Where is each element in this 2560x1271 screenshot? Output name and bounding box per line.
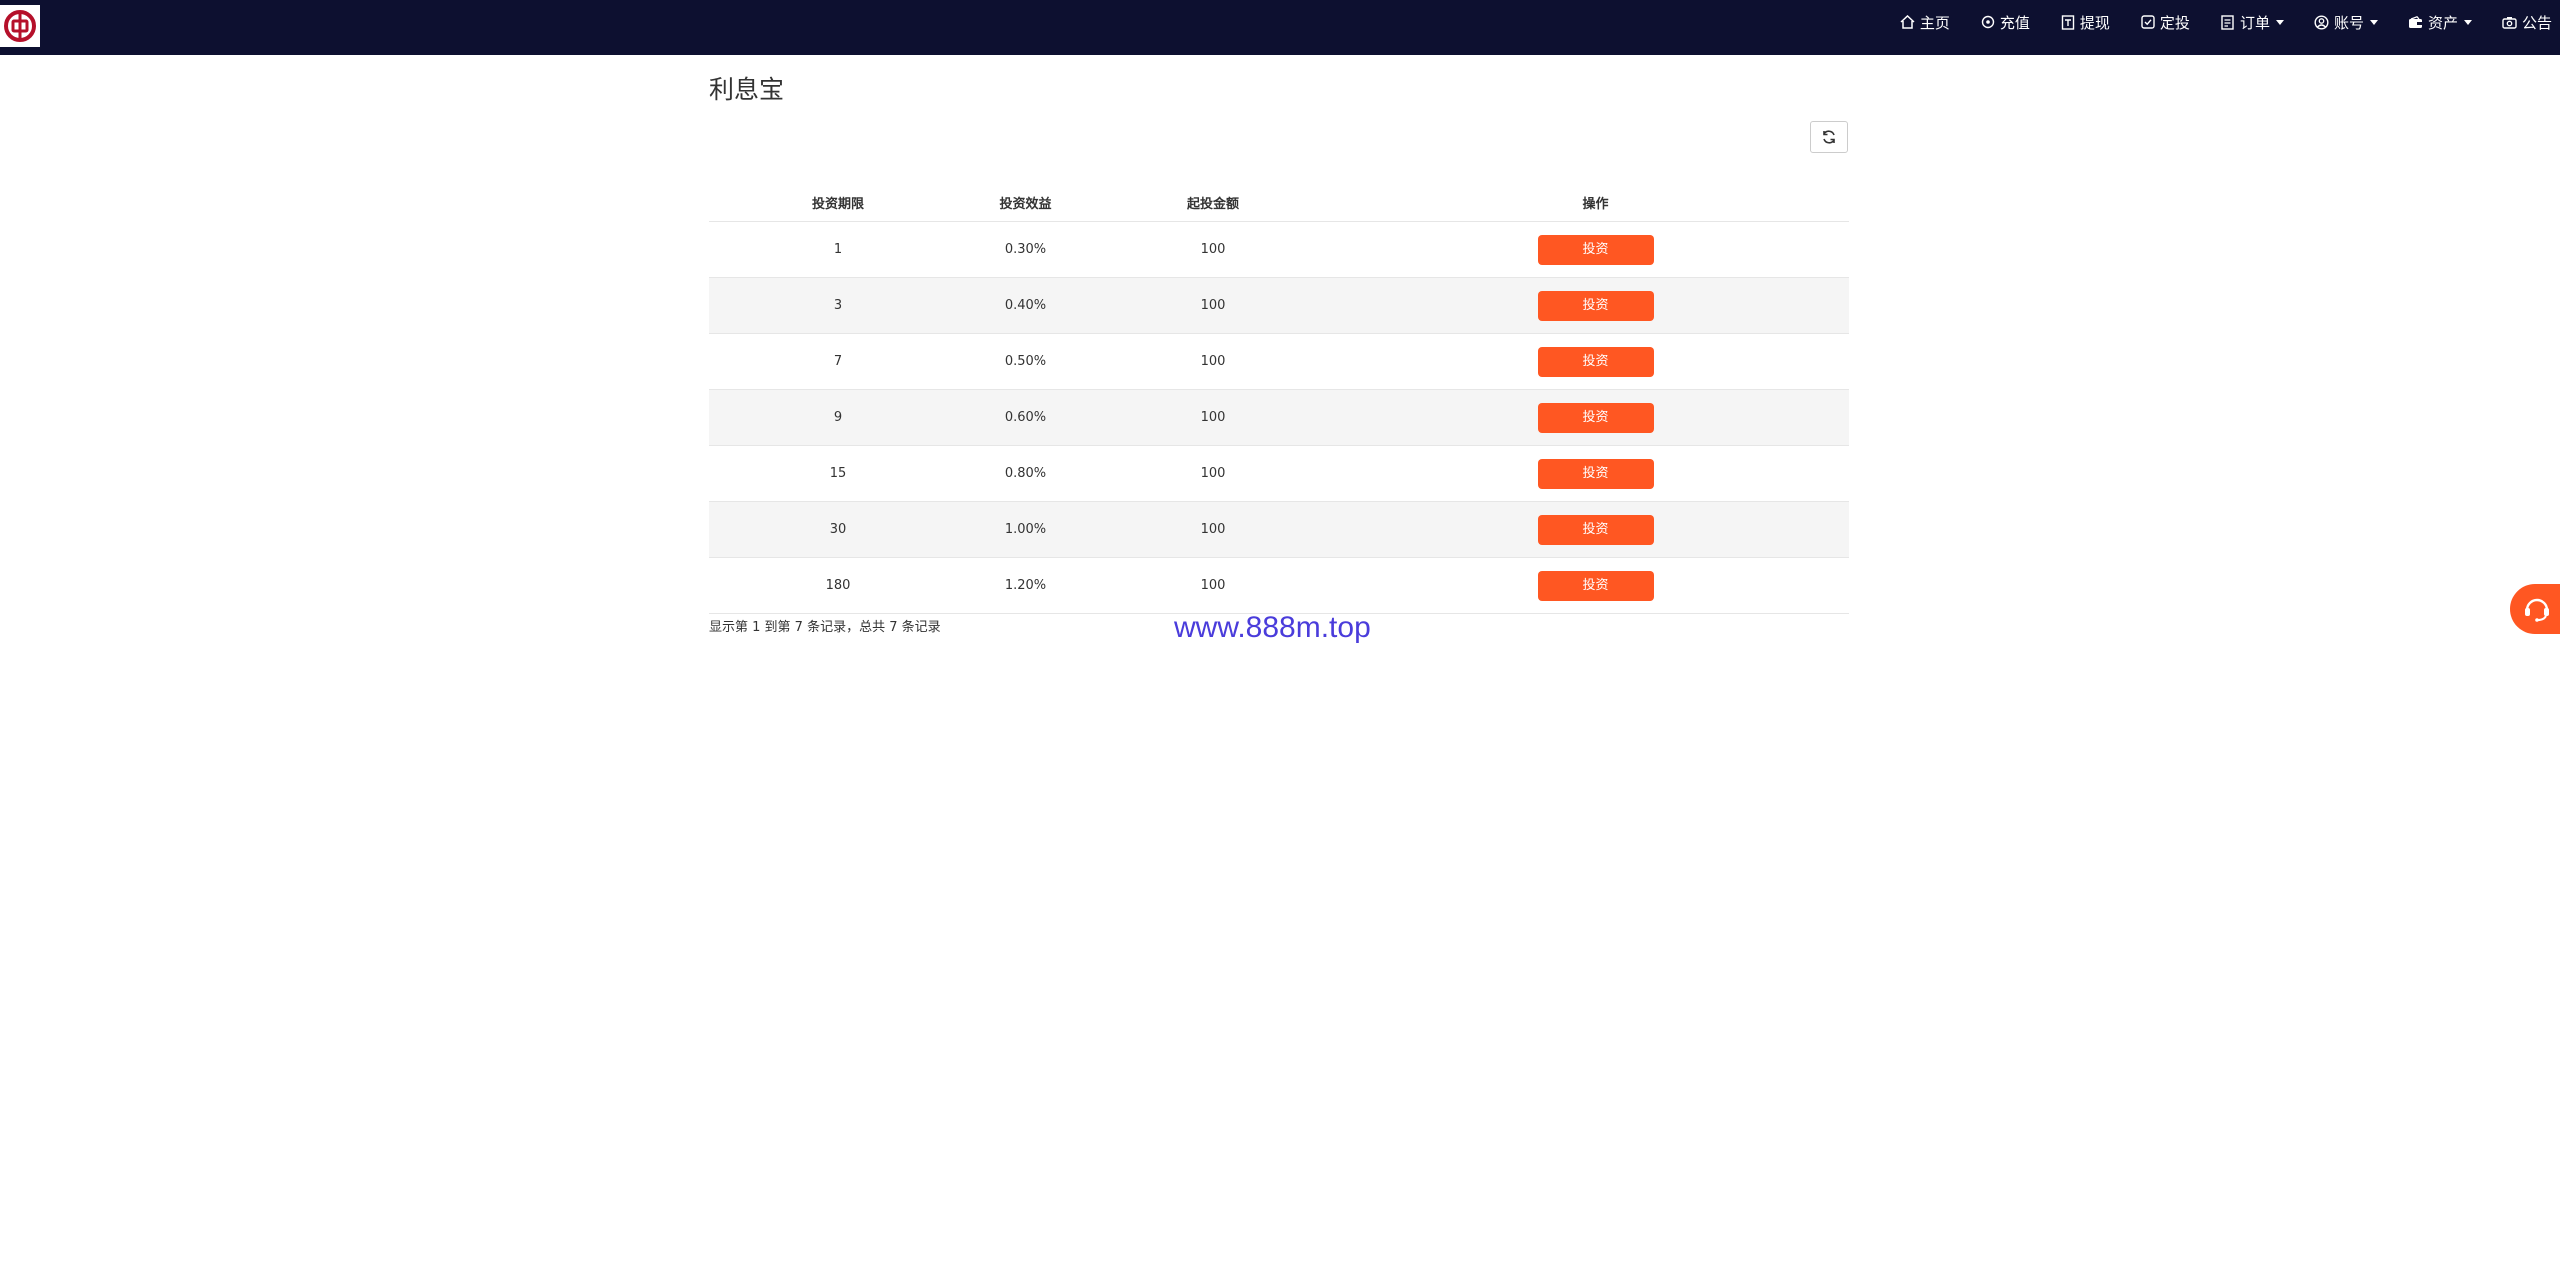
table-row: 30 1.00% 100 投资 <box>709 501 1849 558</box>
cell-min-amount: 100 <box>1084 501 1342 558</box>
cell-min-amount: 100 <box>1084 221 1342 278</box>
cell-min-amount: 100 <box>1084 333 1342 390</box>
cell-action: 投资 <box>1342 557 1849 614</box>
top-navbar: 主页 充值 提现 定投 订单 账号 资产 公告 <box>0 0 2560 55</box>
cell-min-amount: 100 <box>1084 445 1342 502</box>
nav-announcement-label: 公告 <box>2521 13 2552 32</box>
header-min-amount[interactable]: 起投金额 <box>1084 183 1342 222</box>
nav-withdraw[interactable]: 提现 <box>2060 12 2110 33</box>
recharge-icon <box>1980 14 1996 30</box>
invest-button[interactable]: 投资 <box>1537 346 1654 377</box>
cell-period: 7 <box>709 333 967 390</box>
cell-rate: 0.50% <box>967 333 1084 390</box>
refresh-button[interactable] <box>1810 121 1848 153</box>
cell-action: 投资 <box>1342 501 1849 558</box>
invest-button[interactable]: 投资 <box>1537 458 1654 489</box>
table-row: 1 0.30% 100 投资 <box>709 221 1849 278</box>
cell-rate: 1.00% <box>967 501 1084 558</box>
table-row: 9 0.60% 100 投资 <box>709 389 1849 446</box>
user-icon <box>2314 14 2330 30</box>
table-row: 180 1.20% 100 投资 <box>709 557 1849 614</box>
pagination-info: 显示第 1 到第 7 条记录，总共 7 条记录 <box>709 620 941 635</box>
customer-support-button[interactable] <box>2510 584 2560 634</box>
header-action: 操作 <box>1342 183 1849 222</box>
bank-logo[interactable] <box>0 5 40 47</box>
cell-period: 3 <box>709 277 967 334</box>
header-period[interactable]: 投资期限 <box>709 183 967 222</box>
nav-withdraw-label: 提现 <box>2079 13 2110 32</box>
cell-rate: 1.20% <box>967 557 1084 614</box>
cell-rate: 0.40% <box>967 277 1084 334</box>
watermark-text: www.888m.top <box>1174 611 1371 644</box>
nav-home[interactable]: 主页 <box>1900 12 1950 33</box>
cell-period: 15 <box>709 445 967 502</box>
cell-min-amount: 100 <box>1084 389 1342 446</box>
cell-action: 投资 <box>1342 389 1849 446</box>
nav-fixed-invest[interactable]: 定投 <box>2140 12 2190 33</box>
announcement-icon <box>2502 14 2518 30</box>
cell-rate: 0.60% <box>967 389 1084 446</box>
withdraw-icon <box>2060 14 2076 30</box>
cell-period: 9 <box>709 389 967 446</box>
nav-announcement[interactable]: 公告 <box>2502 12 2552 33</box>
cell-period: 1 <box>709 221 967 278</box>
nav-recharge[interactable]: 充值 <box>1980 12 2030 33</box>
invest-button[interactable]: 投资 <box>1537 514 1654 545</box>
chevron-down-icon <box>2275 19 2284 25</box>
cell-action: 投资 <box>1342 333 1849 390</box>
cell-min-amount: 100 <box>1084 277 1342 334</box>
invest-button[interactable]: 投资 <box>1537 234 1654 265</box>
investment-table: 投资期限 投资效益 起投金额 操作 1 0.30% 100 投资 3 0.40%… <box>709 183 1849 614</box>
chevron-down-icon <box>2463 19 2472 25</box>
nav-account-label: 账号 <box>2333 13 2364 32</box>
home-icon <box>1900 14 1916 30</box>
nav-orders-label: 订单 <box>2239 13 2270 32</box>
nav-home-label: 主页 <box>1919 13 1950 32</box>
nav-assets-label: 资产 <box>2427 13 2458 32</box>
nav-orders[interactable]: 订单 <box>2220 12 2284 33</box>
nav-menu: 主页 充值 提现 定投 订单 账号 资产 公告 <box>1900 0 2560 44</box>
table-row: 15 0.80% 100 投资 <box>709 445 1849 502</box>
table-row: 3 0.40% 100 投资 <box>709 277 1849 334</box>
refresh-icon <box>1823 130 1835 144</box>
cell-period: 30 <box>709 501 967 558</box>
bank-logo-icon <box>4 10 36 42</box>
order-icon <box>2220 14 2236 30</box>
wallet-icon <box>2408 14 2424 30</box>
table-header-row: 投资期限 投资效益 起投金额 操作 <box>709 183 1849 222</box>
invest-button[interactable]: 投资 <box>1537 402 1654 433</box>
headset-icon <box>2525 598 2549 622</box>
cell-action: 投资 <box>1342 277 1849 334</box>
cell-period: 180 <box>709 557 967 614</box>
nav-recharge-label: 充值 <box>1999 13 2030 32</box>
cell-action: 投资 <box>1342 221 1849 278</box>
invest-button[interactable]: 投资 <box>1537 570 1654 601</box>
cell-action: 投资 <box>1342 445 1849 502</box>
table-row: 7 0.50% 100 投资 <box>709 333 1849 390</box>
chevron-down-icon <box>2369 19 2378 25</box>
cell-rate: 0.80% <box>967 445 1084 502</box>
nav-fixed-invest-label: 定投 <box>2159 13 2190 32</box>
page-title: 利息宝 <box>709 75 785 104</box>
header-rate[interactable]: 投资效益 <box>967 183 1084 222</box>
nav-account[interactable]: 账号 <box>2314 12 2378 33</box>
cell-rate: 0.30% <box>967 221 1084 278</box>
check-square-icon <box>2140 14 2156 30</box>
invest-button[interactable]: 投资 <box>1537 290 1654 321</box>
cell-min-amount: 100 <box>1084 557 1342 614</box>
nav-assets[interactable]: 资产 <box>2408 12 2472 33</box>
